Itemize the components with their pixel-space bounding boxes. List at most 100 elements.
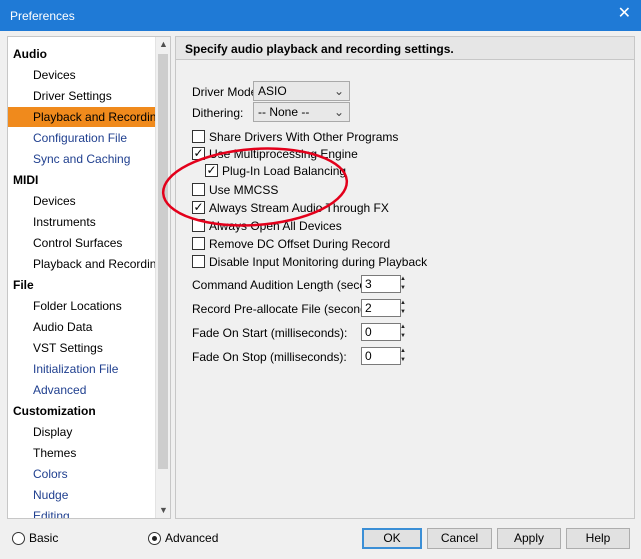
nav-item-sync-and-caching[interactable]: Sync and Caching [8, 149, 156, 169]
nav-group-customization[interactable]: Customization [8, 401, 156, 421]
checkmark-icon: ✓ [193, 146, 204, 160]
spin-buttons[interactable]: ▲ ▼ [400, 323, 406, 341]
checkbox-label: Use MMCSS [209, 183, 279, 197]
radio-label: Basic [29, 531, 59, 545]
nav-item-themes[interactable]: Themes [8, 443, 156, 463]
checkmark-icon: ✓ [206, 163, 217, 177]
advanced-mode-radio[interactable]: Advanced [148, 531, 218, 545]
open-all-devices-checkbox[interactable]: Always Open All Devices [192, 219, 342, 235]
checkbox-box[interactable] [192, 130, 205, 143]
category-list: Audio Devices Driver Settings Playback a… [8, 37, 163, 518]
checkbox-label: Remove DC Offset During Record [209, 237, 391, 251]
nav-group-file[interactable]: File [8, 275, 156, 295]
checkbox-box[interactable] [192, 219, 205, 232]
fade-on-start-spinner[interactable]: 0 ▲ ▼ [361, 323, 406, 341]
apply-button[interactable]: Apply [497, 528, 561, 549]
nav-item-audio-playback-and-recording[interactable]: Playback and Recording [8, 107, 163, 127]
category-scrollbar[interactable]: ▲ ▼ [155, 37, 170, 518]
checkbox-box[interactable] [192, 183, 205, 196]
nav-group-audio[interactable]: Audio [8, 44, 156, 64]
fade-on-start-input[interactable]: 0 [361, 323, 401, 341]
nav-item-display[interactable]: Display [8, 422, 156, 442]
nav-item-audio-data[interactable]: Audio Data [8, 317, 156, 337]
scroll-down-icon[interactable]: ▼ [156, 503, 170, 518]
scroll-up-icon[interactable]: ▲ [156, 37, 170, 52]
checkbox-box[interactable]: ✓ [192, 200, 205, 214]
spin-up-icon[interactable]: ▲ [400, 275, 406, 284]
plugin-load-balancing-checkbox[interactable]: ✓ Plug-In Load Balancing [205, 163, 347, 180]
window-title: Preferences [10, 9, 75, 23]
help-button[interactable]: Help [566, 528, 630, 549]
close-icon[interactable]: ✕ [618, 6, 631, 22]
radio-circle[interactable] [12, 532, 25, 545]
nav-group-midi[interactable]: MIDI [8, 170, 156, 190]
spin-down-icon[interactable]: ▼ [400, 284, 406, 293]
driver-mode-label: Driver Mode: [192, 85, 261, 99]
fade-on-start-label: Fade On Start (milliseconds): [192, 326, 348, 340]
nav-item-instruments[interactable]: Instruments [8, 212, 156, 232]
cancel-button[interactable]: Cancel [427, 528, 492, 549]
dithering-select[interactable]: -- None -- ⌄ [253, 102, 350, 122]
nav-item-folder-locations[interactable]: Folder Locations [8, 296, 156, 316]
spin-buttons[interactable]: ▲ ▼ [400, 299, 406, 317]
checkbox-box[interactable]: ✓ [205, 163, 218, 177]
nav-item-nudge[interactable]: Nudge [8, 485, 156, 505]
radio-circle[interactable] [148, 532, 161, 545]
basic-mode-radio[interactable]: Basic [12, 531, 58, 545]
radio-selected-dot [152, 536, 157, 541]
spin-down-icon[interactable]: ▼ [400, 356, 406, 365]
scrollbar-thumb[interactable] [158, 54, 168, 469]
spin-down-icon[interactable]: ▼ [400, 308, 406, 317]
nav-item-midi-playback-and-recording[interactable]: Playback and Recording [8, 254, 163, 274]
checkmark-icon: ✓ [193, 200, 204, 214]
record-preallocate-spinner[interactable]: 2 ▲ ▼ [361, 299, 406, 317]
fade-on-stop-input[interactable]: 0 [361, 347, 401, 365]
command-audition-length-input[interactable]: 3 [361, 275, 401, 293]
preferences-window: Audio Devices Driver Settings Playback a… [0, 31, 641, 559]
chevron-down-icon: ⌄ [333, 105, 344, 119]
spin-up-icon[interactable]: ▲ [400, 323, 406, 332]
stream-audio-through-fx-checkbox[interactable]: ✓ Always Stream Audio Through FX [192, 200, 389, 217]
nav-item-editing[interactable]: Editing [8, 506, 156, 518]
driver-mode-value: ASIO [258, 84, 287, 98]
disable-input-monitoring-checkbox[interactable]: Disable Input Monitoring during Playback [192, 255, 427, 271]
category-tree[interactable]: Audio Devices Driver Settings Playback a… [7, 36, 171, 519]
checkbox-box[interactable] [192, 255, 205, 268]
use-mmcss-checkbox[interactable]: Use MMCSS [192, 183, 278, 199]
checkbox-label: Use Multiprocessing Engine [209, 147, 358, 161]
nav-item-midi-devices[interactable]: Devices [8, 191, 156, 211]
driver-mode-select[interactable]: ASIO ⌄ [253, 81, 350, 101]
nav-item-audio-devices[interactable]: Devices [8, 65, 156, 85]
spin-buttons[interactable]: ▲ ▼ [400, 275, 406, 293]
fade-on-stop-label: Fade On Stop (milliseconds): [192, 350, 347, 364]
checkbox-box[interactable]: ✓ [192, 146, 205, 160]
checkbox-label: Plug-In Load Balancing [222, 164, 347, 178]
nav-item-initialization-file[interactable]: Initialization File [8, 359, 156, 379]
spin-down-icon[interactable]: ▼ [400, 332, 406, 341]
record-preallocate-input[interactable]: 2 [361, 299, 401, 317]
nav-item-configuration-file[interactable]: Configuration File [8, 128, 156, 148]
spin-up-icon[interactable]: ▲ [400, 299, 406, 308]
settings-panel: Specify audio playback and recording set… [175, 36, 635, 519]
multiprocessing-engine-checkbox[interactable]: ✓ Use Multiprocessing Engine [192, 146, 358, 163]
remove-dc-offset-checkbox[interactable]: Remove DC Offset During Record [192, 237, 390, 253]
radio-label: Advanced [165, 531, 219, 545]
command-audition-length-spinner[interactable]: 3 ▲ ▼ [361, 275, 406, 293]
ok-button[interactable]: OK [362, 528, 422, 549]
record-preallocate-label: Record Pre-allocate File (seconds): [192, 302, 381, 316]
panel-header: Specify audio playback and recording set… [176, 37, 634, 60]
spin-up-icon[interactable]: ▲ [400, 347, 406, 356]
checkbox-label: Share Drivers With Other Programs [209, 130, 399, 144]
fade-on-stop-spinner[interactable]: 0 ▲ ▼ [361, 347, 406, 365]
dithering-label: Dithering: [192, 106, 244, 120]
nav-item-control-surfaces[interactable]: Control Surfaces [8, 233, 156, 253]
nav-item-colors[interactable]: Colors [8, 464, 156, 484]
title-bar: Preferences ✕ [0, 0, 641, 31]
checkbox-label: Always Stream Audio Through FX [209, 201, 389, 215]
nav-item-vst-settings[interactable]: VST Settings [8, 338, 156, 358]
nav-item-driver-settings[interactable]: Driver Settings [8, 86, 156, 106]
share-drivers-checkbox[interactable]: Share Drivers With Other Programs [192, 130, 398, 146]
checkbox-box[interactable] [192, 237, 205, 250]
nav-item-advanced[interactable]: Advanced [8, 380, 156, 400]
spin-buttons[interactable]: ▲ ▼ [400, 347, 406, 365]
